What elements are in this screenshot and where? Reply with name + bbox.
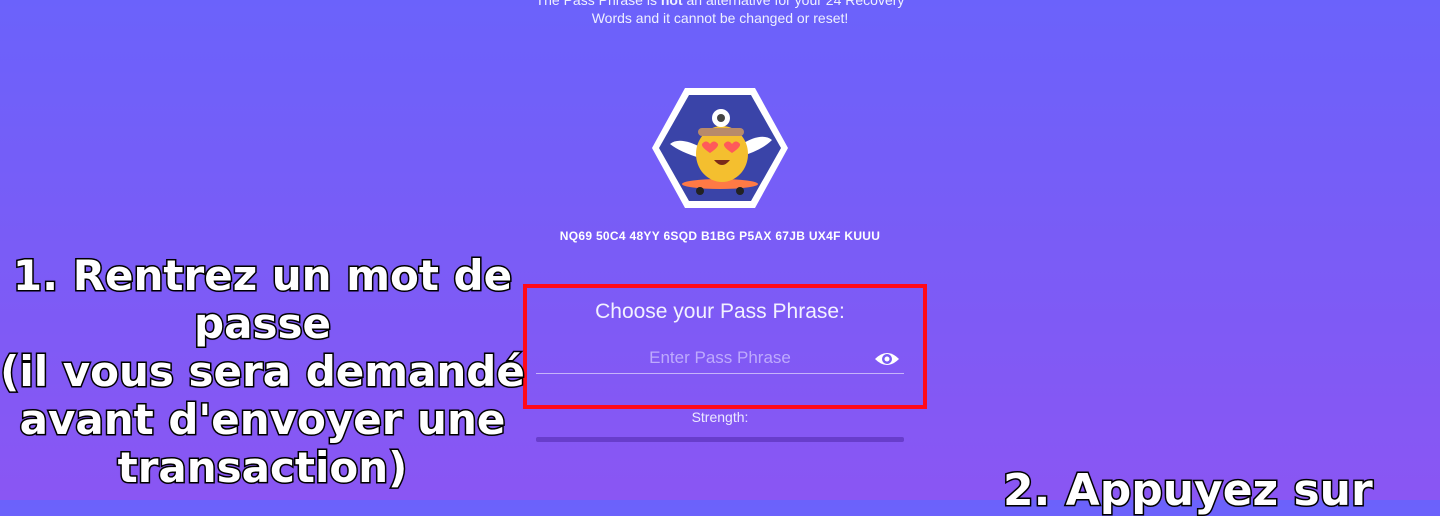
annotation-line: avant d'envoyer une <box>18 394 507 445</box>
annotation-step-1: 1. Rentrez un mot de passe (il vous sera… <box>0 250 526 493</box>
annotation-line: (il vous sera demandé <box>0 346 526 397</box>
strength-meter <box>536 437 904 442</box>
warning-text: The Pass Phrase is <box>535 0 661 8</box>
passphrase-input[interactable] <box>536 343 904 374</box>
eye-icon[interactable] <box>874 348 900 370</box>
annotation-line: transaction) <box>116 442 409 493</box>
warning-text: an alternative for your 24 Recovery <box>682 0 905 8</box>
account-address: NQ69 50C4 48YY 6SQD B1BG P5AX 67JB UX4F … <box>559 229 881 243</box>
warning-line-1: The Pass Phrase is not an alternative fo… <box>0 0 1440 9</box>
annotation-line: passe <box>193 298 333 349</box>
annotation-line: 1. Rentrez un mot de <box>11 250 513 301</box>
warning-line-2: Words and it cannot be changed or reset! <box>591 10 849 26</box>
skateboarding-chick-avatar-icon <box>650 86 790 210</box>
identicon-hexagon <box>652 88 788 208</box>
passphrase-warning: The Pass Phrase is not an alternative fo… <box>0 0 1440 27</box>
warning-emphasis: not <box>660 0 683 8</box>
annotation-step-2: 2. Appuyez sur <box>1002 464 1375 516</box>
